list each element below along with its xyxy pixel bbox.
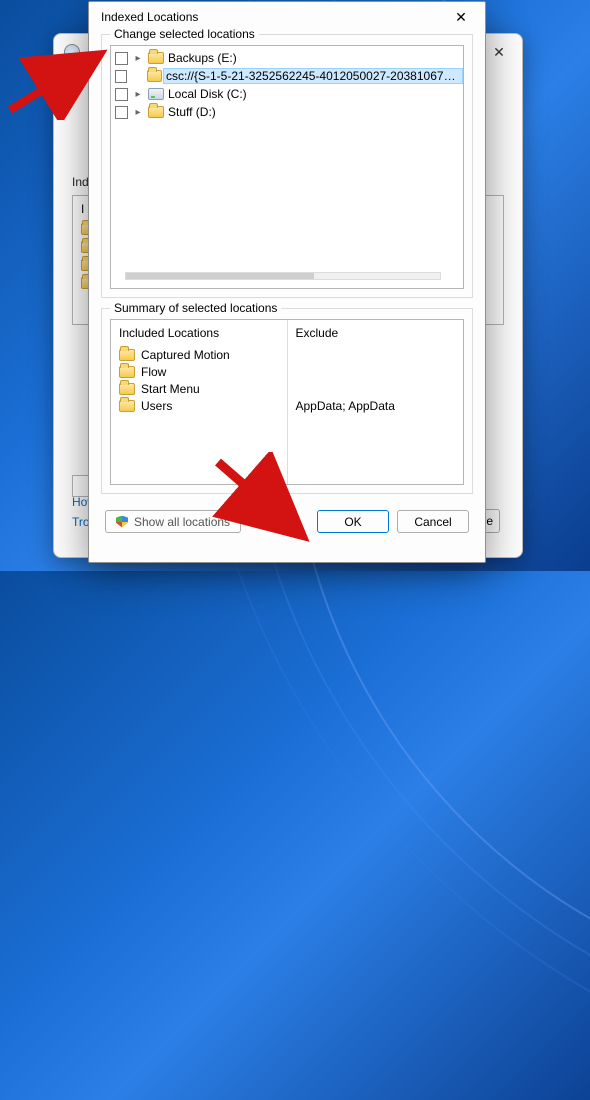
checkbox[interactable]	[115, 70, 127, 83]
exclude-item	[296, 380, 456, 397]
folder-icon	[148, 52, 164, 64]
tree-row-csc[interactable]: ▸ csc://{S-1-5-21-3252562245-4012050027-…	[111, 67, 463, 85]
search-magnifier-icon	[64, 44, 80, 60]
dialog-title: Indexed Locations	[101, 10, 198, 24]
tree-row-local-disk[interactable]: ▸ Local Disk (C:)	[111, 85, 463, 103]
tree-item-label: Stuff (D:)	[168, 105, 216, 119]
dialog-footer: Show all locations OK Cancel	[101, 504, 473, 533]
chevron-right-icon[interactable]: ▸	[132, 53, 144, 64]
summary-item-label: Users	[141, 399, 172, 413]
included-header: Included Locations	[119, 326, 279, 340]
folder-icon	[119, 366, 135, 378]
chevron-right-icon[interactable]: ▸	[132, 89, 144, 100]
folder-icon	[119, 349, 135, 361]
summary-item[interactable]: Captured Motion	[119, 346, 279, 363]
tree-item-label: Local Disk (C:)	[168, 87, 247, 101]
tree-row-backups[interactable]: ▸ Backups (E:)	[111, 49, 463, 67]
tree-row-stuff[interactable]: ▸ Stuff (D:)	[111, 103, 463, 121]
drive-icon	[148, 88, 164, 100]
show-all-label: Show all locations	[134, 515, 230, 529]
scrollbar-thumb[interactable]	[126, 273, 314, 279]
exclude-item	[296, 363, 456, 380]
checkbox[interactable]	[115, 106, 128, 119]
shield-icon	[116, 516, 128, 528]
locations-tree[interactable]: ▸ Backups (E:) ▸ csc://{S-1-5-21-3252562…	[110, 45, 464, 289]
folder-icon	[119, 383, 135, 395]
checkbox[interactable]	[115, 88, 128, 101]
folder-icon	[147, 70, 162, 82]
tree-item-label: Backups (E:)	[168, 51, 237, 65]
close-button[interactable]: ✕	[443, 3, 479, 31]
chevron-right-icon[interactable]: ▸	[132, 107, 144, 118]
summary-listbox: Included Locations Captured Motion Flow …	[110, 319, 464, 485]
ok-button[interactable]: OK	[317, 510, 389, 533]
horizontal-scrollbar[interactable]	[125, 272, 441, 280]
summary-group: Summary of selected locations Included L…	[101, 308, 473, 494]
summary-item-label: Start Menu	[141, 382, 200, 396]
exclude-item: AppData; AppData	[296, 397, 456, 414]
exclude-item	[296, 346, 456, 363]
close-button[interactable]: ✕	[486, 39, 512, 65]
cancel-button[interactable]: Cancel	[397, 510, 469, 533]
summary-item[interactable]: Flow	[119, 363, 279, 380]
change-locations-group: Change selected locations ▸ Backups (E:)…	[101, 34, 473, 298]
indexed-locations-dialog: Indexed Locations ✕ Change selected loca…	[88, 1, 486, 563]
summary-item[interactable]: Users	[119, 397, 279, 414]
summary-item-label: Captured Motion	[141, 348, 230, 362]
chevron-none-icon: ▸	[131, 71, 142, 82]
group-change-legend: Change selected locations	[110, 27, 259, 41]
folder-icon	[148, 106, 164, 118]
checkbox[interactable]	[115, 52, 128, 65]
group-summary-legend: Summary of selected locations	[110, 301, 281, 315]
exclude-header: Exclude	[296, 326, 456, 340]
folder-icon	[119, 400, 135, 412]
summary-item-label: Flow	[141, 365, 166, 379]
show-all-locations-button[interactable]: Show all locations	[105, 510, 241, 533]
tree-item-label: csc://{S-1-5-21-3252562245-4012050027-20…	[163, 68, 463, 84]
summary-item[interactable]: Start Menu	[119, 380, 279, 397]
